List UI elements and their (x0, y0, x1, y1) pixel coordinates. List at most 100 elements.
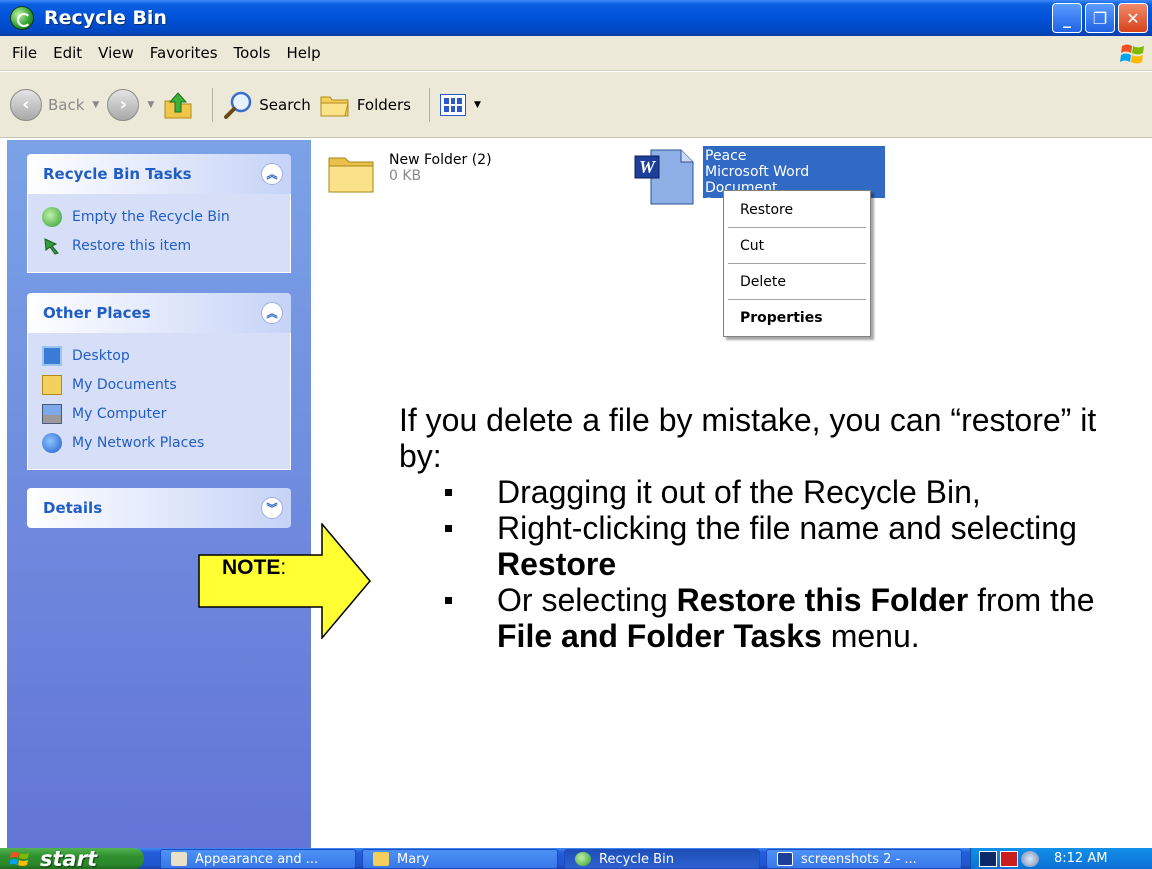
toolbar-separator (428, 87, 430, 122)
place-desktop[interactable]: Desktop (42, 341, 276, 370)
up-folder-icon (164, 91, 192, 118)
tray-speaker-icon[interactable] (1021, 850, 1039, 867)
other-places-panel: Other Places ︽ Desktop My Documents My C… (27, 293, 291, 470)
views-dropdown-icon[interactable]: ▼ (474, 100, 481, 110)
close-button[interactable]: ✕ (1118, 3, 1148, 33)
menu-view[interactable]: View (90, 44, 142, 62)
minimize-button[interactable]: _ (1052, 3, 1082, 33)
tray-app-icon[interactable] (979, 850, 997, 867)
folder-item[interactable]: New Folder (2) 0 KB (325, 150, 492, 196)
context-cut[interactable]: Cut (724, 229, 870, 262)
bullet-bold: Restore (497, 546, 617, 582)
expand-chevron-icon[interactable]: ︾ (261, 497, 283, 519)
task-pane: Recycle Bin Tasks ︽ Empty the Recycle Bi… (7, 140, 311, 848)
folders-icon (320, 96, 349, 116)
note-bullet: Or selecting Restore this Folder from th… (435, 582, 1139, 654)
note-arrow-callout (198, 523, 371, 639)
start-button[interactable]: start (0, 846, 144, 869)
bullet-text: menu. (821, 618, 920, 654)
menu-edit[interactable]: Edit (45, 44, 90, 62)
search-label: Search (259, 95, 311, 114)
task-label: Restore this item (72, 237, 192, 254)
context-menu: Restore Cut Delete Properties (723, 190, 871, 337)
bullet-text: from the (968, 582, 1095, 618)
recycle-bin-tasks-header[interactable]: Recycle Bin Tasks ︽ (27, 154, 291, 194)
place-my-network-places[interactable]: My Network Places (42, 428, 276, 457)
folders-button[interactable]: Folders (319, 85, 411, 125)
place-label: My Computer (72, 405, 167, 422)
tray-mcafee-icon[interactable] (1000, 850, 1018, 867)
bullet-text: Or selecting (497, 582, 677, 618)
back-dropdown-icon[interactable]: ▼ (92, 100, 99, 110)
file-view[interactable]: New Folder (2) 0 KB W Peace Microsoft Wo… (311, 140, 1152, 848)
place-my-documents[interactable]: My Documents (42, 370, 276, 399)
menu-help[interactable]: Help (279, 44, 329, 62)
control-panel-icon (171, 852, 187, 866)
context-delete[interactable]: Delete (724, 265, 870, 298)
bullet-bold: File and Folder Tasks (497, 618, 822, 654)
network-globe-icon (42, 432, 62, 453)
task-empty-recycle-bin[interactable]: Empty the Recycle Bin (42, 202, 276, 231)
taskbar-item-mary[interactable]: Mary (362, 849, 558, 869)
search-button[interactable]: Search (223, 85, 311, 125)
folder-icon (328, 157, 374, 193)
panel-title: Other Places (43, 304, 151, 322)
task-restore-item[interactable]: Restore this item (42, 231, 276, 260)
title-bar[interactable]: Recycle Bin _ ❐ ✕ (0, 0, 1152, 36)
restore-arrow-icon (44, 237, 59, 255)
my-computer-icon (42, 403, 62, 424)
folder-label: New Folder (2) 0 KB (389, 150, 492, 196)
details-panel: Details ︾ (27, 488, 291, 528)
context-restore[interactable]: Restore (724, 193, 870, 226)
recycle-bin-tasks-panel: Recycle Bin Tasks ︽ Empty the Recycle Bi… (27, 154, 291, 273)
note-label-colon: : (280, 556, 287, 579)
back-label: Back (48, 95, 85, 114)
up-button[interactable] (162, 85, 194, 125)
word-document-icon: W (634, 149, 694, 205)
windows-logo-icon (1120, 44, 1144, 64)
recycle-bin-icon (42, 206, 62, 227)
back-button[interactable]: ‹ Back ▼ (10, 85, 99, 125)
place-my-computer[interactable]: My Computer (42, 399, 276, 428)
menu-tools[interactable]: Tools (226, 44, 279, 62)
start-label: start (40, 846, 98, 869)
collapse-chevron-icon[interactable]: ︽ (261, 163, 283, 185)
taskbar-item-label: Appearance and ... (195, 851, 319, 867)
note-text: If you delete a file by mistake, you can… (399, 402, 1139, 654)
note-label-bold: NOTE (222, 556, 281, 579)
word-document-icon (777, 852, 793, 866)
menu-favorites[interactable]: Favorites (142, 44, 226, 62)
task-label: Empty the Recycle Bin (72, 208, 230, 225)
menu-separator (728, 299, 866, 300)
panel-title: Recycle Bin Tasks (43, 165, 192, 183)
document-name: Peace (705, 148, 747, 164)
menu-file[interactable]: File (4, 44, 45, 62)
details-header[interactable]: Details ︾ (27, 488, 291, 528)
other-places-header[interactable]: Other Places ︽ (27, 293, 291, 333)
taskbar-item-appearance[interactable]: Appearance and ... (160, 849, 356, 869)
note-bullet: Dragging it out of the Recycle Bin, (435, 474, 1139, 510)
maximize-button[interactable]: ❐ (1085, 3, 1115, 33)
panel-body: Empty the Recycle Bin Restore this item (27, 194, 291, 273)
taskbar-item-label: Mary (397, 851, 430, 867)
context-properties[interactable]: Properties (724, 301, 870, 334)
place-label: My Network Places (72, 434, 205, 451)
taskbar-item-recycle-bin[interactable]: Recycle Bin (564, 849, 760, 869)
bullet-bold: Restore this Folder (676, 582, 969, 618)
folders-label: Folders (356, 95, 411, 114)
menu-separator (728, 227, 866, 228)
bullet-text: Right-clicking the file name and selecti… (497, 510, 1077, 546)
folder-icon (373, 852, 389, 866)
forward-dropdown-icon[interactable]: ▼ (147, 100, 154, 110)
views-button[interactable]: ▼ (439, 85, 481, 125)
forward-button[interactable]: › ▼ (107, 85, 154, 125)
taskbar-item-screenshots[interactable]: screenshots 2 - ... (766, 849, 962, 869)
recycle-bin-icon (10, 6, 34, 30)
menu-bar: File Edit View Favorites Tools Help (0, 36, 1152, 71)
folder-name: New Folder (2) (389, 152, 492, 168)
svg-text:W: W (639, 157, 657, 177)
bullet-text: Dragging it out of the Recycle Bin, (497, 474, 981, 510)
clock[interactable]: 8:12 AM (1054, 851, 1107, 866)
panel-body: Desktop My Documents My Computer My Netw… (27, 333, 291, 470)
collapse-chevron-icon[interactable]: ︽ (261, 302, 283, 324)
